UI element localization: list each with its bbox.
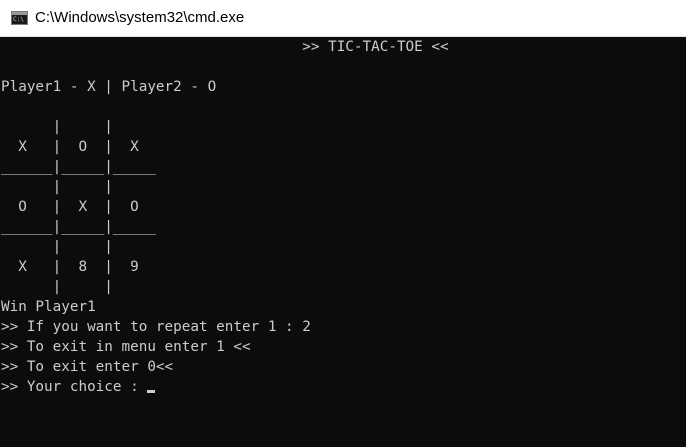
console-line: X | 8 | 9: [1, 259, 139, 275]
console-output[interactable]: >> TIC-TAC-TOE << Player1 - X | Player2 …: [0, 37, 686, 447]
console-line: | |: [1, 119, 113, 135]
console-line: | |: [1, 179, 113, 195]
console-line: O | X | O: [1, 199, 139, 215]
console-line: Player1 - X | Player2 - O: [1, 79, 217, 95]
prompt-text: >> Your choice :: [1, 379, 148, 395]
console-line: ______|_____|_____: [1, 219, 156, 235]
window-title: C:\Windows\system32\cmd.exe: [35, 9, 245, 26]
console-line: >> To exit enter 0<<: [1, 359, 174, 375]
title-bar[interactable]: C:\ C:\Windows\system32\cmd.exe: [0, 0, 686, 37]
cmd-icon: C:\: [11, 11, 28, 25]
console-line: | |: [1, 279, 113, 295]
console-line: >> If you want to repeat enter 1 : 2: [1, 319, 311, 335]
console-line: >> TIC-TAC-TOE <<: [1, 39, 449, 55]
console-line: ______|_____|_____: [1, 159, 156, 175]
console-line: >> To exit in menu enter 1 <<: [1, 339, 251, 355]
console-line: X | O | X: [1, 139, 139, 155]
prompt-line[interactable]: >> Your choice :: [1, 377, 156, 397]
text-cursor: [147, 390, 156, 393]
cmd-icon-label: C:\: [13, 16, 24, 23]
console-line: | |: [1, 239, 113, 255]
console-line: Win Player1: [1, 299, 96, 315]
cmd-window: C:\ C:\Windows\system32\cmd.exe >> TIC-T…: [0, 0, 686, 447]
